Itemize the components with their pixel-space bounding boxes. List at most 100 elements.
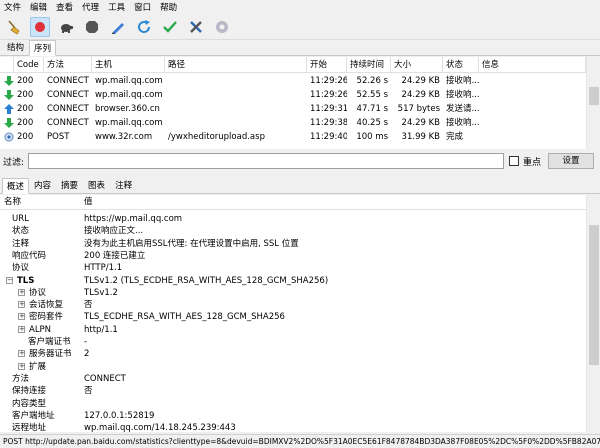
menu-item[interactable]: 工具 <box>108 1 125 13</box>
menu-item[interactable]: 代理 <box>82 1 99 13</box>
expand-icon[interactable]: + <box>18 362 25 370</box>
tab-structure[interactable]: 结构 <box>2 39 29 55</box>
settings-button[interactable] <box>212 17 232 37</box>
menu-item[interactable]: 查看 <box>56 1 73 13</box>
cell-path: /ywxheditorupload.asp <box>168 132 265 142</box>
header-icon-col <box>0 57 14 73</box>
property-name-text: 内容类型 <box>12 398 47 409</box>
property-name[interactable]: − TLS <box>6 275 34 287</box>
clear-session-button[interactable] <box>4 17 24 37</box>
throttle-button[interactable] <box>56 17 76 37</box>
property-name[interactable]: + ALPN <box>18 324 51 336</box>
compose-button[interactable] <box>108 17 128 37</box>
property-name[interactable]: + 扩展 <box>18 361 46 373</box>
breakpoint-button[interactable] <box>82 17 102 37</box>
scrollbar-thumb[interactable] <box>589 225 599 365</box>
focus-label: 重点 <box>523 158 542 168</box>
table-row[interactable]: 200 CONNECT wp.mail.qq.com 11:29:38 40.25 s 2… <box>0 116 586 130</box>
expand-icon[interactable]: + <box>18 325 25 333</box>
property-name: 注释 <box>12 238 29 250</box>
menu-item[interactable]: 文件 <box>4 1 21 13</box>
property-name-text: 注释 <box>12 238 30 249</box>
property-name[interactable]: + 会话恢复 <box>18 299 63 311</box>
cell-path <box>165 102 307 116</box>
property-name[interactable]: + 服务器证书 <box>18 348 72 360</box>
tab-overview[interactable]: 概述 <box>2 178 30 194</box>
tab-sequence[interactable]: 序列 <box>29 40 57 56</box>
cell-start: 11:29:40 <box>310 132 347 142</box>
property-value: TLS_ECDHE_RSA_WITH_AES_128_GCM_SHA256 <box>84 312 285 323</box>
expand-icon[interactable]: + <box>18 288 25 296</box>
cell-status: 接收响... <box>446 118 479 128</box>
header-name: 名称 <box>4 197 22 207</box>
expand-icon[interactable]: + <box>18 313 25 321</box>
tab-contents[interactable]: 内容 <box>29 177 56 193</box>
header-size[interactable]: 大小 <box>391 57 443 73</box>
gear-icon <box>216 20 228 33</box>
toolbar <box>0 14 600 40</box>
header-method[interactable]: 方法 <box>44 57 92 73</box>
property-name: 客户端证书 <box>28 336 71 348</box>
property-value: TLSv1.2 <box>84 287 118 298</box>
header-path[interactable]: 路径 <box>165 57 307 73</box>
property-name-text: 状态 <box>12 226 30 237</box>
menu-item[interactable]: 帮助 <box>160 1 177 13</box>
check-icon <box>163 20 177 33</box>
header-status[interactable]: 状态 <box>443 57 479 73</box>
overview-scrollbar[interactable] <box>586 195 600 432</box>
table-header: Code 方法 主机 路径 开始 持续时间 大小 状态 信息 <box>0 57 586 73</box>
tab-notes[interactable]: 注释 <box>110 177 137 193</box>
property-name-text: 远程地址 <box>12 423 47 432</box>
header-host[interactable]: 主机 <box>92 57 165 73</box>
property-value: 否 <box>84 300 93 311</box>
menu-item[interactable]: 编辑 <box>30 1 47 13</box>
settings-filter-button[interactable]: 设置 <box>548 153 594 169</box>
table-row[interactable]: 200 CONNECT wp.mail.qq.com 11:29:26 52.26 s 2… <box>0 74 586 88</box>
collapse-icon[interactable]: − <box>6 276 13 284</box>
table-row[interactable]: 200 CONNECT wp.mail.qq.com 11:29:26 52.55 s 2… <box>0 88 586 102</box>
tools-button[interactable] <box>186 17 206 37</box>
cell-size: 31.99 KB <box>401 132 440 142</box>
property-value: wp.mail.qq.com/14.18.245.239:443 <box>84 423 236 432</box>
cell-path <box>165 88 307 102</box>
cell-duration: 47.71 s <box>356 104 388 114</box>
property-name-text: 客户端证书 <box>28 337 71 347</box>
focus-checkbox[interactable] <box>509 156 519 166</box>
property-name-text: 密码套件 <box>29 312 64 323</box>
scrollbar-thumb[interactable] <box>589 87 599 105</box>
complete-dot-icon <box>1 130 14 144</box>
property-name-text: URL <box>12 214 29 224</box>
cell-size: 24.29 KB <box>401 90 440 100</box>
property-name-text: 保持连接 <box>12 386 47 397</box>
cell-duration: 100 ms <box>356 132 388 142</box>
download-arrow-icon <box>1 74 14 88</box>
validate-button[interactable] <box>160 17 180 37</box>
menu-item[interactable]: 窗口 <box>134 1 151 13</box>
cell-duration: 52.26 s <box>356 76 388 86</box>
filter-input[interactable] <box>28 153 504 169</box>
property-name-text: ALPN <box>29 324 52 335</box>
expand-icon[interactable]: + <box>18 301 25 309</box>
record-button[interactable] <box>30 16 50 37</box>
expand-icon[interactable]: + <box>18 350 25 358</box>
table-row[interactable]: 200 CONNECT browser.360.cn 11:29:31 47.71 s 5… <box>0 102 586 116</box>
property-name[interactable]: + 协议 <box>18 287 46 299</box>
tab-chart[interactable]: 图表 <box>83 177 110 193</box>
table-row[interactable]: 200 POST www.32r.com/ywxheditorupload.asp 1… <box>0 130 586 144</box>
tab-summary[interactable]: 摘要 <box>56 177 83 193</box>
cell-code: 200 <box>17 104 34 114</box>
header-start[interactable]: 开始 <box>307 57 347 73</box>
cell-start: 11:29:26 <box>310 76 347 86</box>
header-code[interactable]: Code <box>14 57 44 73</box>
repeat-button[interactable] <box>134 17 154 37</box>
header-info[interactable]: 信息 <box>479 57 586 73</box>
cell-code: 200 <box>17 132 34 142</box>
request-table-scrollbar[interactable] <box>586 57 600 149</box>
property-name-text: 客户端地址 <box>12 410 55 421</box>
header-duration[interactable]: 持续时间 <box>347 57 391 73</box>
property-name-text: 扩展 <box>29 361 47 372</box>
property-name: 方法 <box>12 373 29 385</box>
property-name-text: 响应代码 <box>12 250 47 261</box>
property-name: 远程地址 <box>12 422 46 432</box>
property-name[interactable]: + 密码套件 <box>18 311 63 323</box>
